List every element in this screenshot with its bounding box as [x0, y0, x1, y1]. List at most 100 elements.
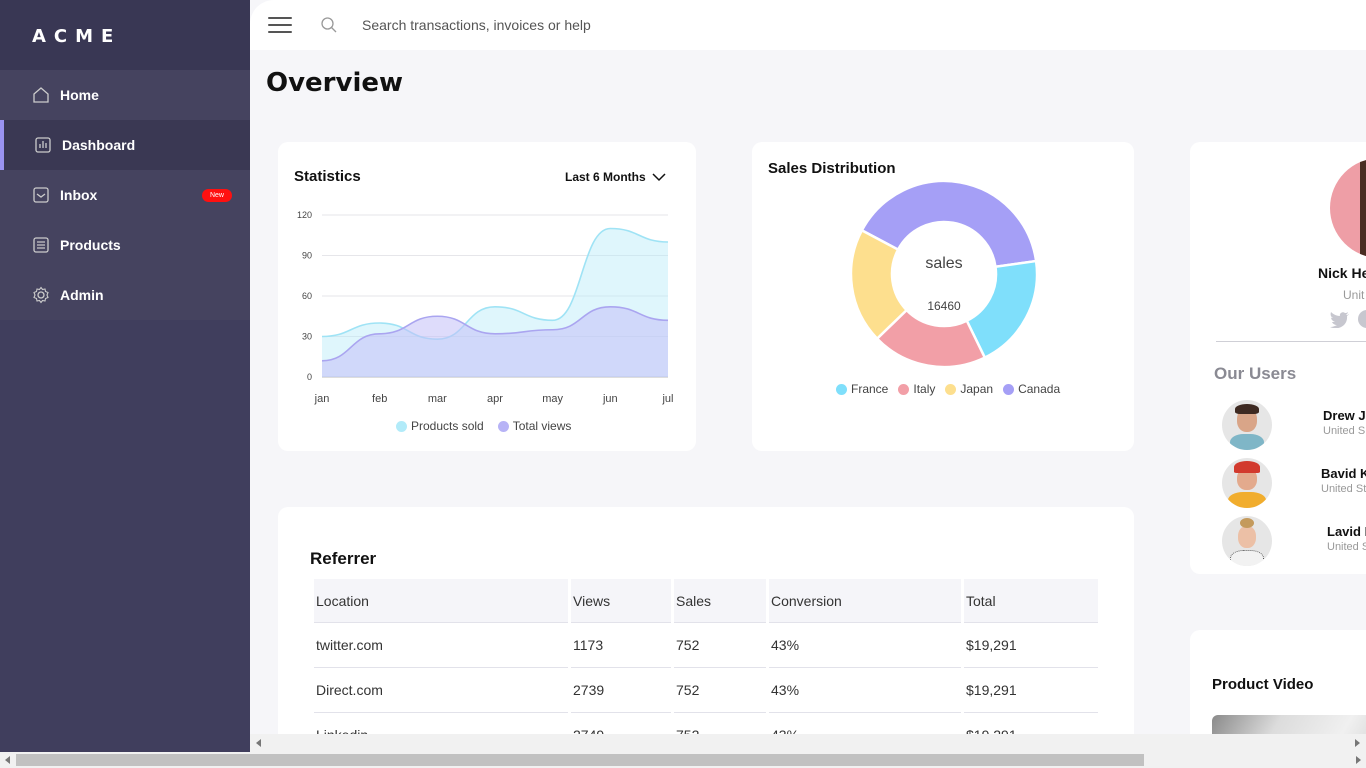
user-country: United St [1321, 483, 1366, 495]
user-name: Drew Ja [1323, 408, 1366, 423]
profile-country: Unit [1343, 288, 1365, 302]
cell-location: Direct.com [314, 668, 568, 713]
window-scrollbar[interactable] [0, 752, 1366, 768]
sales-donut-chart: sales 16460 [849, 179, 1039, 369]
sidebar-item-dashboard[interactable]: Dashboard [0, 120, 250, 170]
user-country: United S [1327, 541, 1366, 553]
x-tick-label: apr [487, 393, 503, 405]
legend-label: France [851, 382, 889, 396]
x-tick-label: jul [661, 393, 673, 405]
donut-center-label: sales [925, 255, 962, 272]
statistics-legend: Products sold Total views [396, 419, 571, 433]
legend-label: Japan [960, 382, 994, 396]
referrer-table: Location Views Sales Conversion Total tw… [311, 579, 1101, 747]
legend-canada: Canada [1003, 382, 1060, 396]
sidebar-item-admin[interactable]: Admin [0, 270, 250, 320]
y-tick-label: 90 [302, 251, 312, 261]
cell-location: twitter.com [314, 623, 568, 668]
legend-label: Total views [512, 419, 572, 433]
sales-legend: France Italy Japan Canada [836, 382, 1060, 396]
column-header-total[interactable]: Total [964, 579, 1098, 623]
avatar [1222, 458, 1272, 508]
sidebar-item-label: Home [60, 87, 99, 103]
user-row[interactable]: Bavid K United St [1190, 458, 1366, 510]
legend-japan: Japan [945, 382, 993, 396]
x-tick-label: jun [602, 393, 618, 405]
sales-distribution-card: Sales Distribution sales 16460 France Ita… [752, 142, 1134, 451]
statistics-card: Statistics Last 6 Months 0 30 60 90 120 jan fe… [278, 142, 696, 451]
referrer-card: Referrer Location Views Sales Conversion… [278, 507, 1134, 747]
y-tick-label: 30 [302, 332, 312, 342]
legend-products-sold: Products sold [396, 419, 484, 433]
legend-label: Canada [1018, 382, 1061, 396]
sidebar: ACME Home Dashboard Inbox New Products A… [0, 0, 250, 752]
column-header-location[interactable]: Location [314, 579, 568, 623]
legend-label: Products sold [411, 419, 484, 433]
scroll-left-icon[interactable] [256, 739, 261, 747]
scrollbar-thumb[interactable] [16, 754, 1144, 766]
legend-label: Italy [913, 382, 936, 396]
statistics-chart: 0 30 60 90 120 jan feb mar apr may jun jul [297, 210, 674, 405]
app-logo: ACME [0, 0, 250, 70]
cell-sales: 752 [674, 668, 766, 713]
avatar [1222, 516, 1272, 566]
avatar [1222, 400, 1272, 450]
content-scrollbar[interactable] [250, 734, 1366, 752]
user-name: Lavid E [1327, 524, 1366, 539]
sidebar-item-home[interactable]: Home [0, 70, 250, 120]
profile-avatar[interactable] [1330, 158, 1366, 258]
column-header-conversion[interactable]: Conversion [769, 579, 961, 623]
cell-total: $19,291 [964, 668, 1098, 713]
user-country: United S [1323, 425, 1366, 437]
user-name: Bavid K [1321, 466, 1366, 481]
cell-conversion: 43% [769, 668, 961, 713]
hamburger-menu-icon[interactable] [268, 17, 292, 33]
chart-icon [34, 136, 52, 154]
inbox-icon [32, 186, 50, 204]
scroll-left-icon[interactable] [5, 756, 10, 764]
table-header-row: Location Views Sales Conversion Total [314, 579, 1098, 623]
cell-conversion: 43% [769, 623, 961, 668]
legend-france: France [836, 382, 888, 396]
twitter-icon[interactable] [1330, 312, 1350, 328]
y-tick-label: 120 [297, 210, 312, 220]
sidebar-item-products[interactable]: Products [0, 220, 250, 270]
cell-views: 2739 [571, 668, 671, 713]
sidebar-item-label: Inbox [60, 187, 98, 203]
search-input[interactable] [362, 17, 862, 33]
our-users-title: Our Users [1214, 364, 1297, 383]
facebook-icon[interactable] [1358, 310, 1366, 328]
top-bar [250, 0, 1366, 50]
product-video-title: Product Video [1212, 676, 1314, 693]
cell-views: 1173 [571, 623, 671, 668]
column-header-sales[interactable]: Sales [674, 579, 766, 623]
legend-total-views: Total views [497, 419, 572, 433]
document-icon [32, 236, 50, 254]
page-title: Overview [266, 68, 404, 98]
y-tick-label: 60 [302, 291, 312, 301]
divider [1216, 341, 1366, 342]
legend-italy: Italy [898, 382, 935, 396]
y-tick-label: 0 [307, 372, 312, 382]
table-row[interactable]: Direct.com 2739 752 43% $19,291 [314, 668, 1098, 713]
x-tick-label: mar [428, 393, 447, 405]
profile-name: Nick He [1318, 265, 1366, 281]
scroll-right-icon[interactable] [1355, 739, 1360, 747]
sidebar-item-label: Dashboard [62, 137, 136, 153]
cell-total: $19,291 [964, 623, 1098, 668]
x-tick-label: jan [314, 393, 330, 405]
sidebar-item-inbox[interactable]: Inbox New [0, 170, 250, 220]
column-header-views[interactable]: Views [571, 579, 671, 623]
new-badge: New [201, 189, 232, 202]
gear-icon [32, 286, 50, 304]
scroll-right-icon[interactable] [1356, 756, 1361, 764]
search-icon[interactable] [320, 16, 338, 34]
cell-sales: 752 [674, 623, 766, 668]
home-icon [32, 86, 50, 104]
profile-card: Nick He Unit Our Users Drew Ja United S … [1190, 142, 1366, 574]
referrer-title: Referrer [310, 549, 377, 568]
table-row[interactable]: twitter.com 1173 752 43% $19,291 [314, 623, 1098, 668]
user-row[interactable]: Drew Ja United S [1190, 400, 1366, 452]
x-tick-label: feb [372, 393, 387, 405]
user-row[interactable]: Lavid E United S [1190, 516, 1366, 568]
